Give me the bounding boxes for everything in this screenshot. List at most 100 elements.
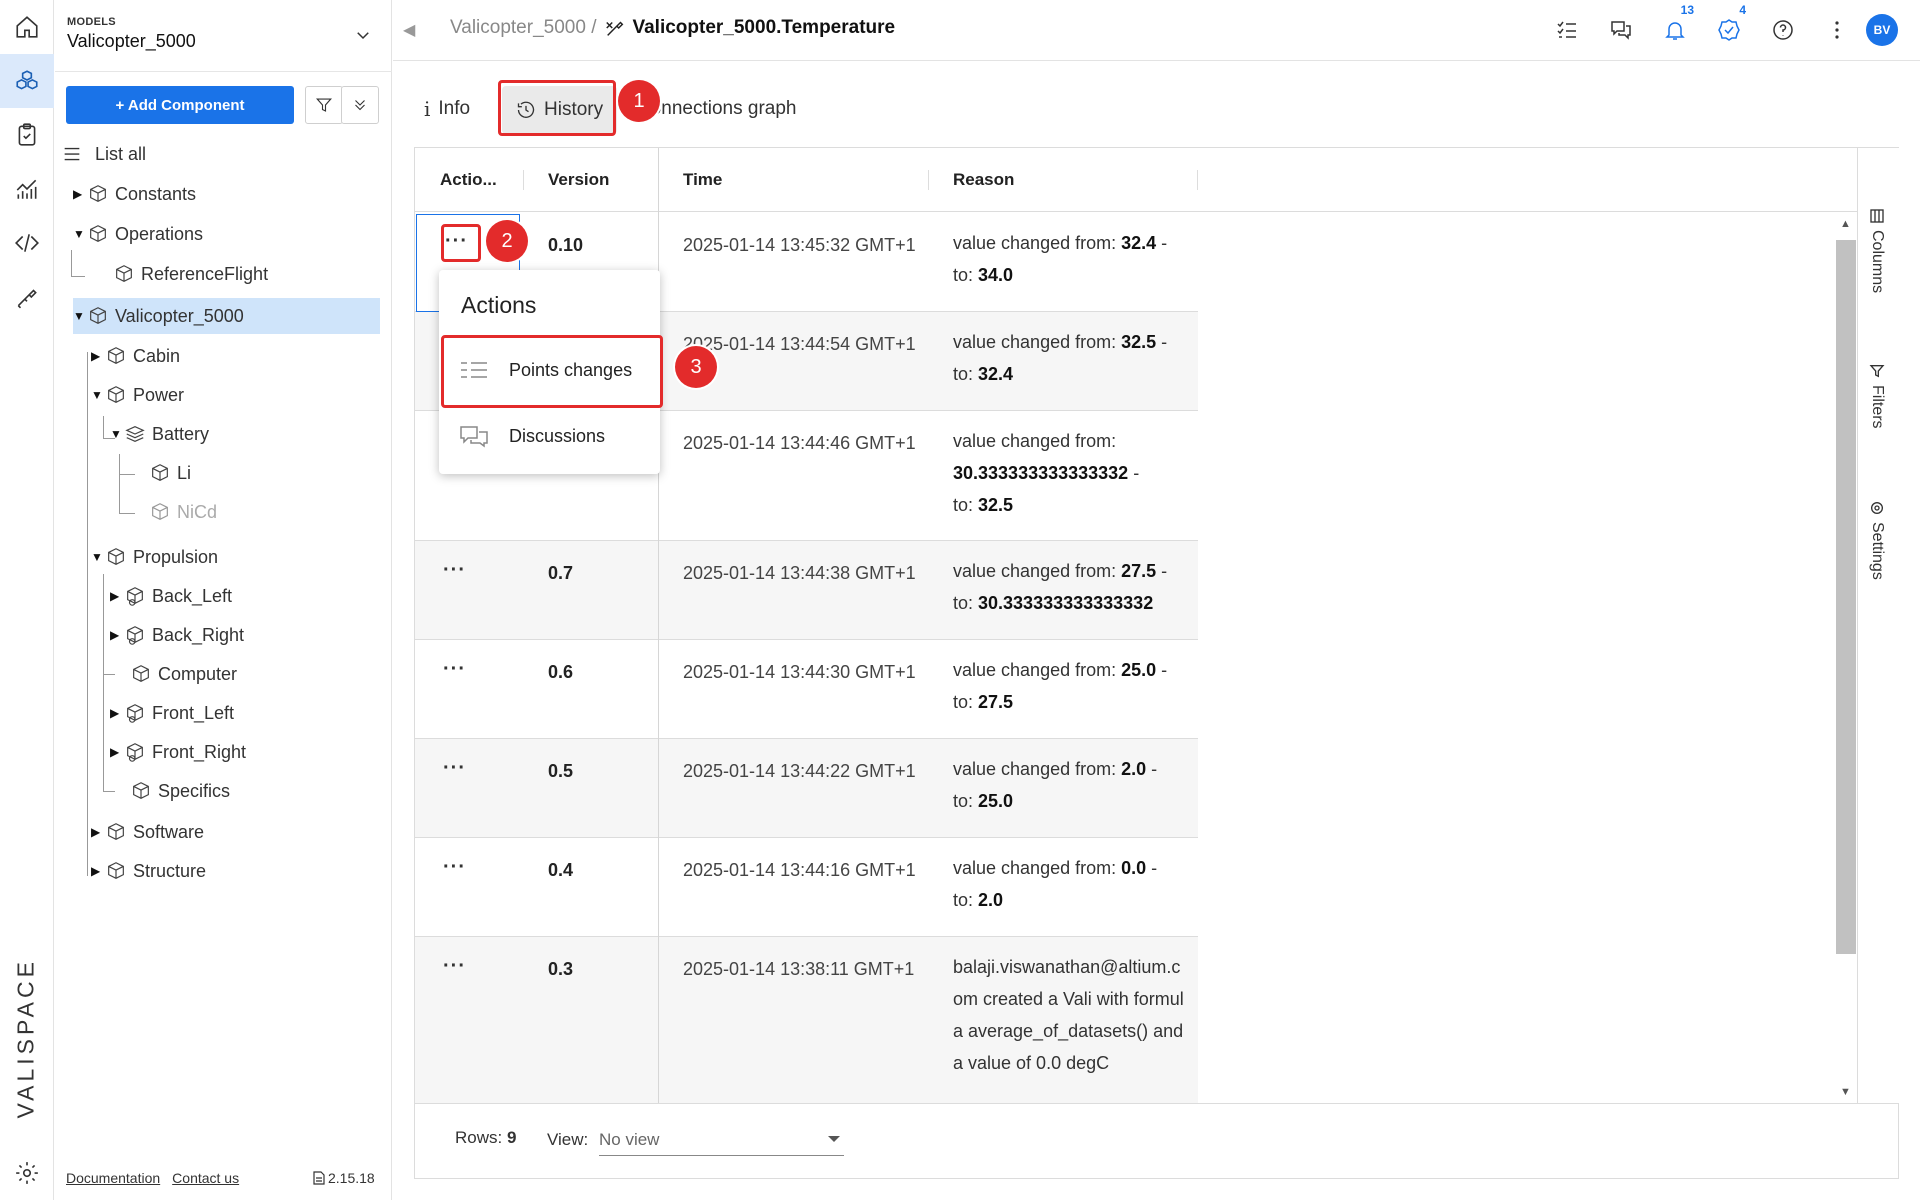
tree-item-back-right[interactable]: ▶ Back_Right [110, 617, 244, 653]
tree-item-front-right[interactable]: ▶ Front_Right [110, 734, 246, 770]
tree-item-nicd[interactable]: NiCd [149, 494, 217, 530]
caret-right-icon[interactable]: ▶ [110, 745, 124, 759]
caret-right-icon[interactable]: ▶ [91, 349, 105, 363]
settings-panel-toggle[interactable]: Settings [1868, 500, 1886, 580]
caret-right-icon[interactable]: ▶ [91, 825, 105, 839]
tab-connections-graph[interactable]: Connections graph [637, 84, 797, 134]
discussions-icon[interactable] [1608, 17, 1634, 43]
home-icon[interactable] [0, 0, 54, 54]
caret-right-icon[interactable]: ▶ [73, 187, 87, 201]
tree-item-operations[interactable]: ▼ Operations [73, 216, 203, 252]
help-icon[interactable] [1770, 17, 1796, 43]
tree-item-computer[interactable]: Computer [130, 656, 237, 692]
caret-down-icon[interactable]: ▼ [110, 427, 124, 441]
caret-right-icon[interactable]: ▶ [110, 589, 124, 603]
collapse-sidebar-icon[interactable]: ◀ [403, 20, 415, 40]
tree-item-constants[interactable]: ▶ Constants [73, 176, 196, 212]
reason-from-value: 0.0 [1121, 858, 1147, 878]
tree-item-front-left[interactable]: ▶ Front_Left [110, 695, 234, 731]
requirements-icon[interactable] [0, 108, 54, 162]
reason-cell: value changed from: 0.0 - to: 2.0 [953, 852, 1193, 916]
code-icon[interactable] [0, 216, 54, 270]
tasks-check-icon[interactable]: 4 [1716, 3, 1746, 43]
settings-gear-icon[interactable] [0, 1146, 54, 1200]
scroll-down-arrow[interactable]: ▼ [1840, 1086, 1851, 1098]
tree-item-referenceflight[interactable]: ReferenceFlight [113, 256, 268, 292]
tree-connector [87, 352, 88, 876]
reason-cell: value changed from: 2.0 - to: 25.0 [953, 753, 1193, 817]
model-selector[interactable]: MODELS Valicopter_5000 [55, 0, 392, 72]
tree-item-battery[interactable]: ▼ Battery [110, 416, 209, 452]
tree-item-power[interactable]: ▼ Power [91, 377, 184, 413]
reason-to-value: 32.5 [978, 495, 1014, 515]
reason-from-value: 27.5 [1121, 561, 1157, 581]
reason-to-label: to: [953, 791, 979, 811]
reason-prefix: value changed from: [953, 858, 1122, 878]
table-header: Actio... Version Time Reason [415, 148, 1857, 212]
column-header-actions[interactable]: Actio... [440, 170, 497, 190]
menu-item-discussions[interactable]: Discussions [439, 408, 660, 464]
tree-item-back-left[interactable]: ▶ Back_Left [110, 578, 232, 614]
tree-item-list-all[interactable]: List all [63, 136, 383, 172]
caret-down-icon[interactable]: ▼ [73, 227, 87, 241]
breadcrumb-root[interactable]: Valicopter_5000 / [450, 17, 596, 39]
caret-right-icon[interactable]: ▶ [110, 706, 124, 720]
checklist-icon[interactable] [1554, 17, 1580, 43]
scroll-up-arrow[interactable]: ▲ [1840, 218, 1851, 230]
caret-right-icon[interactable]: ▶ [91, 864, 105, 878]
tree-item-label: NiCd [177, 501, 218, 522]
row-actions-button[interactable]: ··· [443, 559, 466, 582]
brand-logo: VALISPACE [12, 958, 39, 1119]
tree-item-propulsion[interactable]: ▼ Propulsion [91, 539, 218, 575]
models-icon[interactable] [0, 54, 54, 108]
filters-panel-toggle[interactable]: Filters [1868, 363, 1886, 429]
reason-cell: value changed from: 27.5 - to: 30.3333333… [953, 555, 1198, 619]
column-header-time[interactable]: Time [683, 170, 722, 190]
caret-down-icon[interactable]: ▼ [91, 388, 105, 402]
reason-from-value: 30.333333333333332 [953, 463, 1129, 483]
row-actions-button[interactable]: ··· [443, 757, 466, 780]
tree-item-li[interactable]: Li [149, 455, 191, 491]
notifications-bell-icon[interactable]: 13 [1662, 3, 1694, 43]
grid-side-panel: Columns Filters Settings [1857, 148, 1899, 1103]
tree-item-software[interactable]: ▶ Software [91, 814, 204, 850]
caret-down-icon[interactable]: ▼ [73, 309, 87, 323]
time-cell: 2025-01-14 13:45:32 GMT+1 [683, 235, 916, 255]
tools-icon[interactable] [0, 270, 54, 324]
reason-dash: - [1156, 660, 1168, 680]
tree-item-label: Front_Left [152, 702, 235, 723]
breadcrumb: Valicopter_5000 / Valicopter_5000.Temper… [450, 17, 895, 39]
table-row: ··· 0.7 2025-01-14 13:44:38 GMT+1 value … [415, 541, 1198, 640]
tree-item-label: ReferenceFlight [141, 263, 269, 284]
column-header-reason[interactable]: Reason [953, 170, 1014, 190]
cube-icon [90, 185, 106, 202]
expand-all-button[interactable] [341, 86, 379, 124]
documentation-link[interactable]: Documentation [66, 1170, 160, 1186]
left-rail: VALISPACE [0, 0, 54, 1200]
user-avatar[interactable]: BV [1866, 14, 1898, 46]
tab-info[interactable]: i Info [424, 84, 470, 134]
tree-item-structure[interactable]: ▶ Structure [91, 853, 206, 889]
columns-panel-toggle[interactable]: Columns [1868, 208, 1886, 293]
scrollbar-thumb[interactable] [1836, 240, 1856, 954]
layers-icon [125, 426, 145, 442]
view-select[interactable]: No view [599, 1122, 844, 1156]
reason-dash: - [1156, 233, 1168, 253]
row-actions-button[interactable]: ··· [443, 658, 466, 681]
tree-item-specifics[interactable]: Specifics [130, 773, 230, 809]
add-component-button[interactable]: + Add Component [66, 86, 294, 124]
caret-down-icon[interactable]: ▼ [91, 550, 105, 564]
contact-link[interactable]: Contact us [172, 1170, 239, 1186]
column-header-version[interactable]: Version [548, 170, 609, 190]
tree-item-cabin[interactable]: ▶ Cabin [91, 338, 180, 374]
row-actions-button[interactable]: ··· [443, 955, 466, 978]
tree-item-label: Structure [133, 860, 207, 881]
row-actions-button[interactable]: ··· [443, 856, 466, 879]
tree-item-valicopter-5000[interactable]: ▼ Valicopter_5000 [73, 298, 380, 334]
filter-button[interactable] [305, 86, 343, 124]
more-vertical-icon[interactable] [1824, 17, 1850, 43]
caret-right-icon[interactable]: ▶ [110, 628, 124, 642]
analytics-icon[interactable] [0, 162, 54, 216]
reason-prefix: value changed from: [953, 332, 1122, 352]
menu-item-label: Discussions [509, 425, 606, 446]
